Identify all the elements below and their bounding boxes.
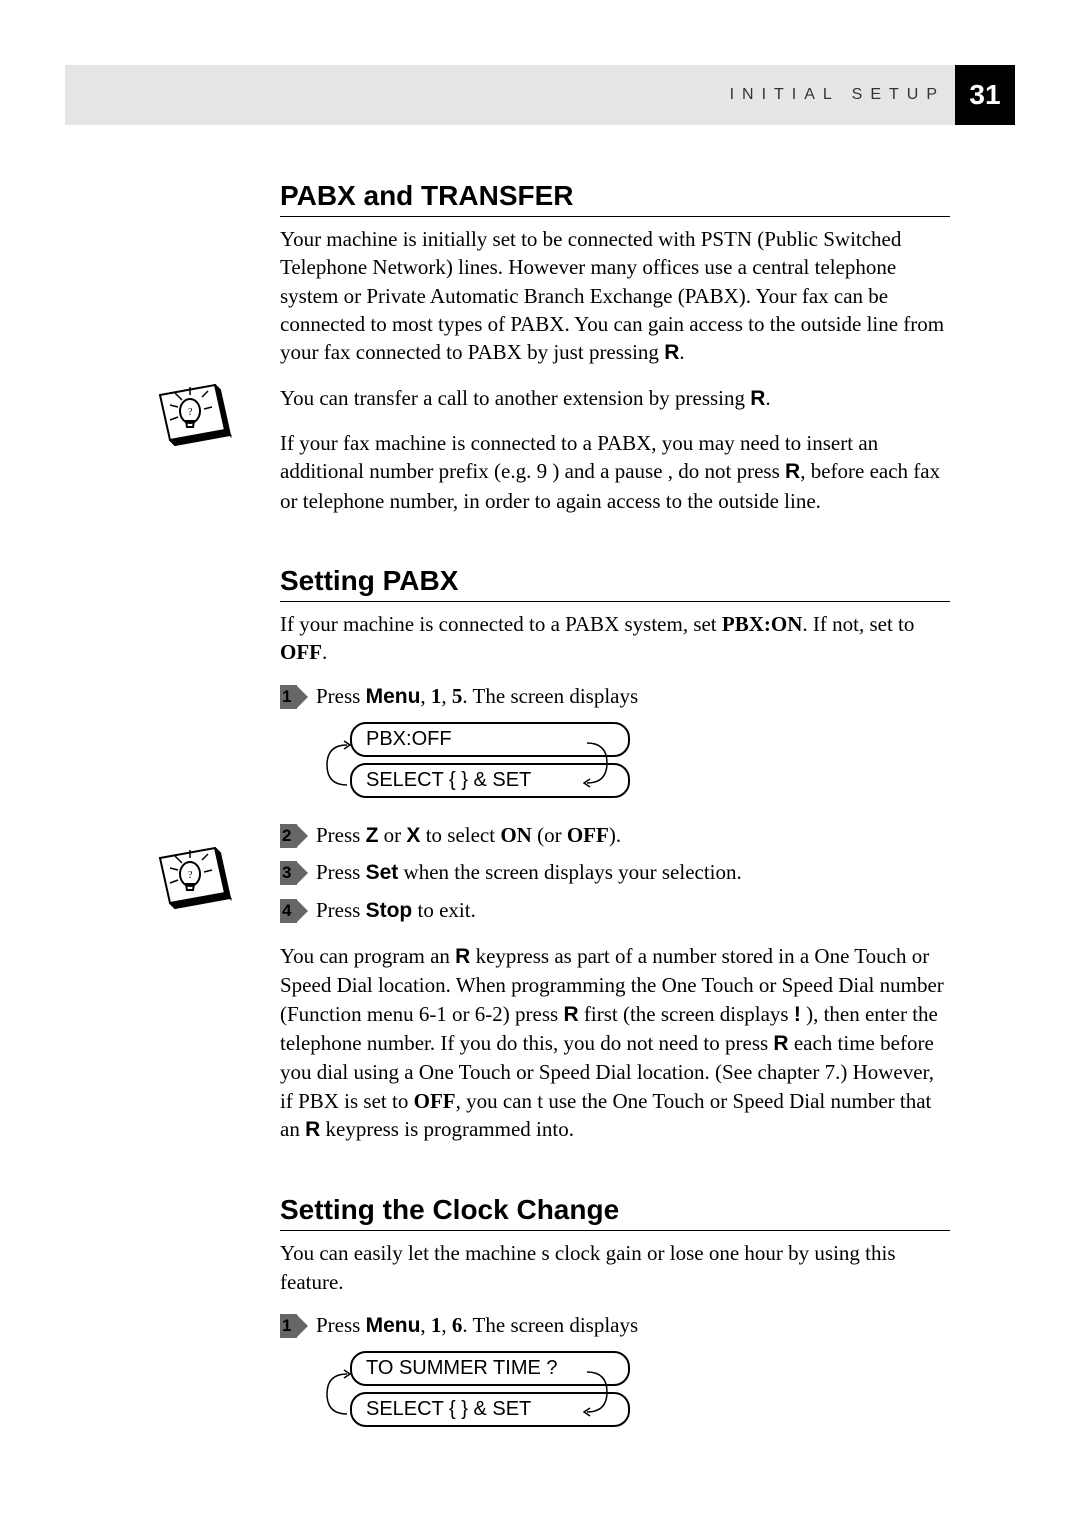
step-marker-icon: 4	[280, 899, 308, 923]
step-2: 2 Press Z or X to select ON (or OFF).	[280, 822, 950, 849]
lcd-display: PBX:OFF SELECT { } & SET	[350, 722, 690, 804]
step-marker-icon: 2	[280, 824, 308, 848]
step-4: 4 Press Stop to exit.	[280, 897, 950, 924]
lcd-display: TO SUMMER TIME ? SELECT { } & SET	[350, 1351, 690, 1433]
cycle-arrow-right-icon	[582, 738, 612, 788]
step-marker-icon: 1	[280, 685, 308, 709]
step-text: Press Set when the screen displays your …	[316, 859, 742, 886]
svg-text:?: ?	[188, 870, 193, 881]
page-number: 31	[955, 65, 1015, 125]
step-text: Press Z or X to select ON (or OFF).	[316, 822, 621, 849]
header-bar: INITIAL SETUP 31	[65, 65, 1015, 125]
page-content: PABX and TRANSFER Your machine is initia…	[280, 180, 950, 1483]
heading-pabx-transfer: PABX and TRANSFER	[280, 180, 950, 217]
cycle-arrow-left-icon	[322, 740, 352, 790]
cycle-arrow-right-icon	[582, 1367, 612, 1417]
section-setting-pabx: Setting PABX If your machine is connecte…	[280, 565, 950, 1144]
step-3: 3 Press Set when the screen displays you…	[280, 859, 950, 886]
lightbulb-tip-icon: ?	[140, 828, 240, 913]
step-text: Press Menu, 1, 5. The screen displays	[316, 683, 638, 710]
svg-text:?: ?	[188, 407, 193, 418]
step-text: Press Stop to exit.	[316, 897, 476, 924]
paragraph: You can easily let the machine s clock g…	[280, 1239, 950, 1296]
paragraph: Your machine is initially set to be conn…	[280, 225, 950, 368]
paragraph: You can program an R keypress as part of…	[280, 942, 950, 1144]
step-1: 1 Press Menu, 1, 5. The screen displays	[280, 683, 950, 710]
lightbulb-tip-icon: ?	[140, 365, 240, 450]
heading-clock-change: Setting the Clock Change	[280, 1194, 950, 1231]
paragraph: If your fax machine is connected to a PA…	[280, 429, 950, 515]
step-marker-icon: 1	[280, 1314, 308, 1338]
paragraph: You can transfer a call to another exten…	[280, 384, 950, 413]
header-section-label: INITIAL SETUP	[730, 86, 945, 104]
paragraph: If your machine is connected to a PABX s…	[280, 610, 950, 667]
section-pabx-transfer: PABX and TRANSFER Your machine is initia…	[280, 180, 950, 515]
section-clock-change: Setting the Clock Change You can easily …	[280, 1194, 950, 1433]
heading-setting-pabx: Setting PABX	[280, 565, 950, 602]
tip-icon-2-container: ?	[140, 828, 255, 918]
step-text: Press Menu, 1, 6. The screen displays	[316, 1312, 638, 1339]
step-marker-icon: 3	[280, 861, 308, 885]
step-1: 1 Press Menu, 1, 6. The screen displays	[280, 1312, 950, 1339]
tip-icon-1-container: ?	[140, 365, 255, 455]
page-number-text: 31	[969, 79, 1000, 111]
cycle-arrow-left-icon	[322, 1369, 352, 1419]
